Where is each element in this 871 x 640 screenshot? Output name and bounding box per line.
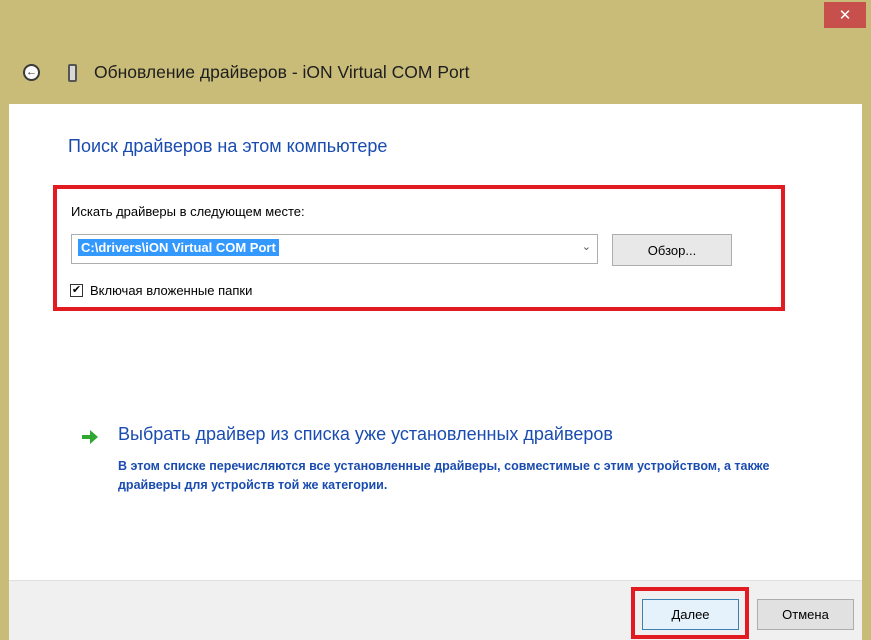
chevron-down-icon[interactable]: ⌄	[582, 240, 591, 253]
title-bar: ✕	[0, 0, 871, 28]
next-button[interactable]: Далее	[642, 599, 739, 630]
back-arrow-icon: ←	[26, 66, 37, 78]
path-input-value[interactable]: C:\drivers\iON Virtual COM Port	[78, 239, 279, 256]
browse-button[interactable]: Обзор...	[612, 234, 732, 266]
pick-driver-description: В этом списке перечисляются все установл…	[118, 459, 770, 492]
wizard-header: ← Обновление драйверов - iON Virtual COM…	[0, 28, 871, 104]
page-heading: Поиск драйверов на этом компьютере	[68, 136, 388, 156]
usb-device-icon	[68, 64, 77, 82]
search-location-label: Искать драйверы в следующем месте:	[71, 204, 305, 219]
close-button[interactable]: ✕	[824, 2, 866, 28]
window-title: Обновление драйверов - iON Virtual COM P…	[94, 62, 470, 82]
close-icon: ✕	[838, 6, 852, 24]
green-arrow-icon	[82, 430, 98, 444]
path-combobox[interactable]: C:\drivers\iON Virtual COM Port ⌄	[71, 234, 598, 264]
wizard-content: Поиск драйверов на этом компьютере Искат…	[9, 104, 862, 580]
include-subfolders-label[interactable]: Включая вложенные папки	[90, 283, 252, 298]
back-button[interactable]: ←	[23, 64, 40, 81]
cancel-button[interactable]: Отмена	[757, 599, 854, 630]
pick-driver-link[interactable]: Выбрать драйвер из списка уже установлен…	[118, 424, 613, 445]
include-subfolders-checkbox[interactable]: ✔	[70, 284, 83, 297]
